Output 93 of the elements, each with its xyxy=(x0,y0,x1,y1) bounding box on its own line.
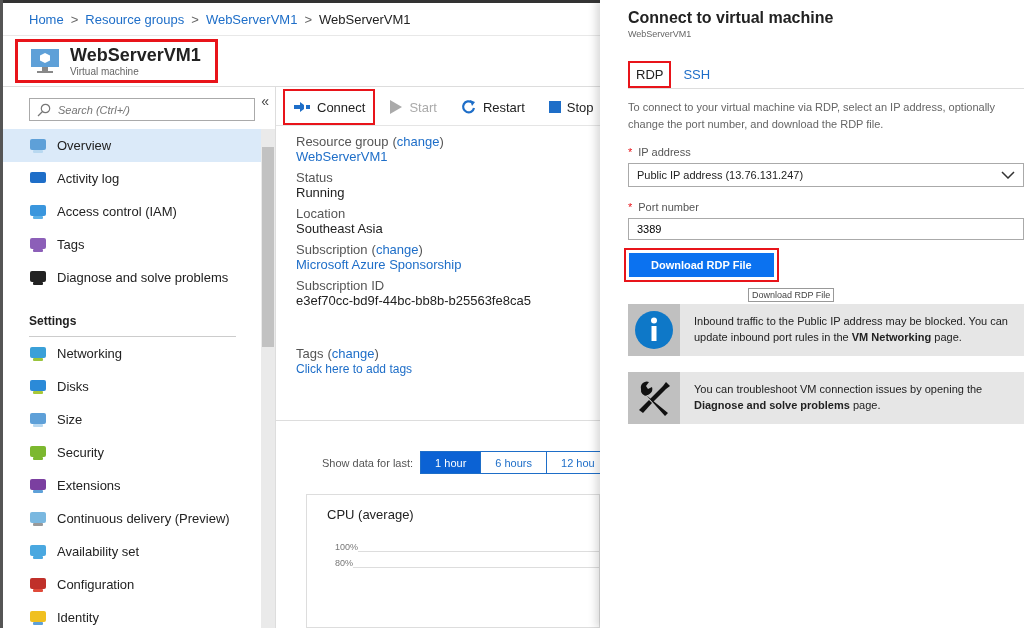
breadcrumb-separator: > xyxy=(304,11,312,27)
menu-item-icon xyxy=(29,235,47,254)
change-link[interactable]: change xyxy=(375,242,419,257)
breadcrumb-link[interactable]: WebServerVM1 xyxy=(205,11,298,27)
menu-item-icon xyxy=(29,509,47,528)
time-range-option[interactable]: 1 hour xyxy=(420,451,482,474)
parenthesis: ( xyxy=(392,134,397,149)
breadcrumb-link[interactable]: Resource groups xyxy=(85,11,185,27)
port-number-field[interactable]: 3389 xyxy=(628,218,1024,240)
menu-item-icon xyxy=(29,608,47,627)
menu-item-icon xyxy=(29,136,47,155)
chart-title: CPU (average) xyxy=(327,507,415,522)
menu-item-icon xyxy=(29,202,47,221)
description-text: To connect to your virtual machine via RDP, select an IP address, optionally change the port number, and download the RDP file. xyxy=(628,100,997,132)
field-label: Subscription xyxy=(296,242,368,257)
field-value: e3ef70cc-bd9f-44bc-bb8b-b25563fe8ca5 xyxy=(296,293,531,308)
time-range-label: Show data for last: xyxy=(322,456,414,469)
field-value-link[interactable]: Microsoft Azure Sponsorship xyxy=(296,257,462,272)
sidebar-item[interactable]: Configuration xyxy=(3,568,261,601)
section-heading: Settings xyxy=(29,302,236,337)
monitor-icon xyxy=(30,48,60,74)
menu-item-icon xyxy=(29,443,47,462)
breadcrumb-separator: > xyxy=(70,11,79,27)
sidebar-item[interactable]: Overview xyxy=(3,129,261,162)
tab[interactable]: SSH xyxy=(675,61,719,88)
field-label: Location xyxy=(296,206,346,221)
stop-icon xyxy=(548,101,561,113)
toolbar-button[interactable]: Stop xyxy=(538,89,604,125)
download-rdp-button[interactable]: Download RDP File xyxy=(629,253,774,277)
sidebar-item[interactable]: Extensions xyxy=(3,469,261,502)
notice-text: Inbound traffic to the Public IP address may be blocked. You can update inbound port rules in the VM Networking page. xyxy=(693,314,1009,345)
menu-item-icon xyxy=(29,344,47,363)
sidebar-item[interactable]: Access control (IAM) xyxy=(3,195,261,228)
tooltip: Download RDP File xyxy=(748,288,835,302)
field-label: Tags xyxy=(296,346,324,361)
sidebar-item[interactable]: Disks xyxy=(3,370,261,403)
sidebar-item[interactable]: Size xyxy=(3,403,261,436)
sidebar-item[interactable]: Availability set xyxy=(3,535,261,568)
chevron-down-icon xyxy=(1001,171,1015,179)
field-label: Port number xyxy=(638,201,699,213)
parenthesis: ( xyxy=(371,242,376,257)
sidebar-item[interactable]: Diagnose and solve problems xyxy=(3,261,261,294)
menu-item-icon xyxy=(29,542,47,561)
resource-name: WebServerVM1 xyxy=(70,45,201,66)
ip-address-dropdown[interactable]: Public IP address (13.76.131.247) xyxy=(628,163,1024,187)
field-label: Subscription ID xyxy=(296,278,385,293)
sidebar-item[interactable]: Tags xyxy=(3,228,261,261)
resource-type: Virtual machine xyxy=(70,66,140,77)
parenthesis: ( xyxy=(327,346,332,361)
notice-text: You can troubleshoot VM connection issues by opening the Diagnose and solve problems page. xyxy=(693,382,984,413)
panel-subtitle: WebServerVM1 xyxy=(628,29,693,39)
breadcrumb-current: WebServerVM1 xyxy=(319,11,411,27)
search-icon xyxy=(37,103,51,117)
sidebar-item[interactable]: Activity log xyxy=(3,162,261,195)
change-link[interactable]: change xyxy=(396,134,440,149)
field-label: Resource group xyxy=(296,134,389,149)
parenthesis: ) xyxy=(418,242,423,257)
tab[interactable]: RDP xyxy=(628,61,672,88)
toolbar-button[interactable]: Connect xyxy=(283,89,376,125)
collapse-button[interactable]: « xyxy=(261,93,269,109)
field-value: Running xyxy=(296,185,345,200)
info-icon xyxy=(634,310,674,350)
plug-icon xyxy=(293,101,311,113)
field-value-link[interactable]: WebServerVM1 xyxy=(296,149,388,164)
menu-item-icon xyxy=(29,575,47,594)
parenthesis: ) xyxy=(374,346,379,361)
play-icon xyxy=(389,99,404,115)
parenthesis: ) xyxy=(439,134,444,149)
menu-item-icon xyxy=(29,268,47,287)
change-link[interactable]: change xyxy=(331,346,375,361)
required-marker: * xyxy=(628,201,633,213)
search-field[interactable]: Search (Ctrl+/) xyxy=(29,98,256,121)
axis-tick-label: 80% xyxy=(335,558,353,568)
axis-tick-label: 100% xyxy=(335,542,359,552)
sidebar-item[interactable]: Security xyxy=(3,436,261,469)
breadcrumb-link[interactable]: Home xyxy=(29,11,64,27)
time-range-option[interactable]: 6 hours xyxy=(480,451,547,474)
field-label: Status xyxy=(296,170,333,185)
scrollbar[interactable] xyxy=(261,129,275,628)
field-label: IP address xyxy=(638,146,691,158)
menu-item-icon xyxy=(29,377,47,396)
restart-icon xyxy=(460,99,477,115)
field-value: Southeast Asia xyxy=(296,221,383,236)
menu-item-icon xyxy=(29,410,47,429)
sidebar-item[interactable]: Networking xyxy=(3,337,261,370)
sidebar-item[interactable]: Continuous delivery (Preview) xyxy=(3,502,261,535)
add-tags-link[interactable]: Click here to add tags xyxy=(296,362,413,376)
breadcrumb-separator: > xyxy=(191,11,199,27)
panel-title: Connect to virtual machine xyxy=(628,9,835,27)
required-marker: * xyxy=(628,146,633,158)
sidebar-item[interactable]: Identity xyxy=(3,601,261,628)
toolbar-button[interactable]: Restart xyxy=(450,89,535,125)
menu-item-icon xyxy=(29,476,47,495)
